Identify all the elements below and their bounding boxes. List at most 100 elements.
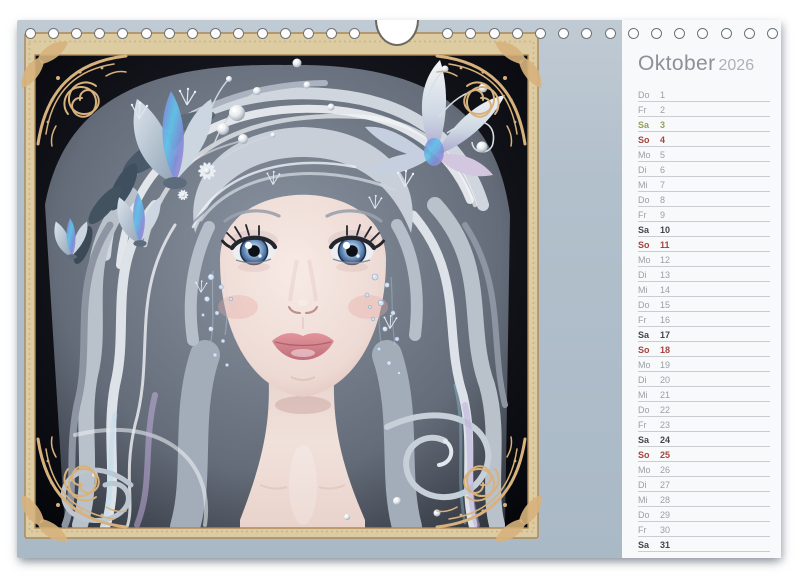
day-number: 29 xyxy=(660,510,670,520)
binding-hole xyxy=(697,28,708,39)
weekday-label: Mi xyxy=(638,390,653,400)
day-number: 6 xyxy=(660,165,665,175)
day-number: 4 xyxy=(660,135,665,145)
weekday-label: Do xyxy=(638,300,653,310)
day-number: 26 xyxy=(660,465,670,475)
weekday-label: Do xyxy=(638,195,653,205)
binding-hole xyxy=(651,28,662,39)
day-row: Mo5 xyxy=(638,147,770,162)
day-number: 15 xyxy=(660,300,670,310)
day-number: 19 xyxy=(660,360,670,370)
day-row: Mi 28 xyxy=(638,492,770,507)
day-row: Di6 xyxy=(638,162,770,177)
binding-hole xyxy=(25,28,36,39)
weekday-label: Mo xyxy=(638,360,653,370)
binding-hole xyxy=(767,28,778,39)
weekday-label: Di xyxy=(638,480,653,490)
day-row: Sa 24 xyxy=(638,432,770,447)
calendar-page: Oktober2026 Do1Fr2Sa3So4Mo5Di6Mi7Do8Fr9S… xyxy=(17,20,781,558)
binding-hole xyxy=(94,28,105,39)
binding-hole xyxy=(442,28,453,39)
weekday-label: Fr xyxy=(638,420,653,430)
day-number: 27 xyxy=(660,480,670,490)
day-number: 12 xyxy=(660,255,670,265)
weekday-label: Mi xyxy=(638,495,653,505)
binding-hole xyxy=(674,28,685,39)
day-row: Fr 9 xyxy=(638,207,770,222)
day-row: Mi14 xyxy=(638,282,770,297)
weekday-label: Fr xyxy=(638,315,653,325)
weekday-label: Fr xyxy=(638,105,653,115)
day-row: Fr 23 xyxy=(638,417,770,432)
day-number: 22 xyxy=(660,405,670,415)
binding-hole xyxy=(303,28,314,39)
day-row: So 25 xyxy=(638,447,770,462)
year-label: 2026 xyxy=(719,57,755,74)
weekday-label: Fr xyxy=(638,525,653,535)
day-number: 16 xyxy=(660,315,670,325)
weekday-label: So xyxy=(638,450,653,460)
day-row: Mi 7 xyxy=(638,177,770,192)
binding-hole xyxy=(117,28,128,39)
day-number: 21 xyxy=(660,390,670,400)
weekday-label: Mo xyxy=(638,255,653,265)
day-number: 7 xyxy=(660,180,665,190)
day-row: Sa 17 xyxy=(638,327,770,342)
weekday-label: Di xyxy=(638,375,653,385)
weekday-label: Do xyxy=(638,510,653,520)
day-number: 18 xyxy=(660,345,670,355)
binding-hole xyxy=(558,28,569,39)
day-row: Sa3 xyxy=(638,117,770,132)
weekday-label: Do xyxy=(638,405,653,415)
weekday-label: Fr xyxy=(638,210,653,220)
day-row: Fr 2 xyxy=(638,102,770,117)
weekday-label: So xyxy=(638,240,653,250)
day-number: 10 xyxy=(660,225,670,235)
day-number: 23 xyxy=(660,420,670,430)
binding-hole xyxy=(210,28,221,39)
binding-hole xyxy=(71,28,82,39)
day-row: Mo26 xyxy=(638,462,770,477)
day-number: 14 xyxy=(660,285,670,295)
day-number: 28 xyxy=(660,495,670,505)
day-row: Do 29 xyxy=(638,507,770,522)
day-row: Di 27 xyxy=(638,477,770,492)
month-header: Oktober2026 xyxy=(638,52,771,78)
day-row: So 4 xyxy=(638,132,770,147)
day-number: 9 xyxy=(660,210,665,220)
day-number: 11 xyxy=(660,240,670,250)
day-number: 17 xyxy=(660,330,670,340)
binding-hole xyxy=(280,28,291,39)
weekday-label: Di xyxy=(638,270,653,280)
binding-hole xyxy=(721,28,732,39)
weekday-label: Sa xyxy=(638,225,653,235)
day-number: 31 xyxy=(660,540,670,550)
artwork-portrait xyxy=(22,30,541,541)
weekday-label: Sa xyxy=(638,540,653,550)
artwork-frame xyxy=(22,30,541,541)
binding-hole xyxy=(581,28,592,39)
weekday-label: So xyxy=(638,345,653,355)
day-row: Di20 xyxy=(638,372,770,387)
weekday-label: Do xyxy=(638,90,653,100)
binding-hole xyxy=(489,28,500,39)
day-row: So 18 xyxy=(638,342,770,357)
day-number: 24 xyxy=(660,435,670,445)
day-list: Do1Fr2Sa3So4Mo5Di6Mi7Do8Fr9Sa10So11Mo12D… xyxy=(638,87,770,552)
binding-holes xyxy=(17,20,781,46)
binding-hole xyxy=(48,28,59,39)
day-row: Fr 30 xyxy=(638,522,770,537)
weekday-label: Mi xyxy=(638,180,653,190)
weekday-label: So xyxy=(638,135,653,145)
weekday-label: Sa xyxy=(638,330,653,340)
calendar-panel: Oktober2026 Do1Fr2Sa3So4Mo5Di6Mi7Do8Fr9S… xyxy=(622,20,781,558)
binding-hole xyxy=(744,28,755,39)
day-row: Do 22 xyxy=(638,402,770,417)
weekday-label: Sa xyxy=(638,120,653,130)
weekday-label: Sa xyxy=(638,435,653,445)
day-number: 30 xyxy=(660,525,670,535)
binding-hole xyxy=(326,28,337,39)
day-number: 25 xyxy=(660,450,670,460)
day-row: Mo 12 xyxy=(638,252,770,267)
day-number: 2 xyxy=(660,105,665,115)
